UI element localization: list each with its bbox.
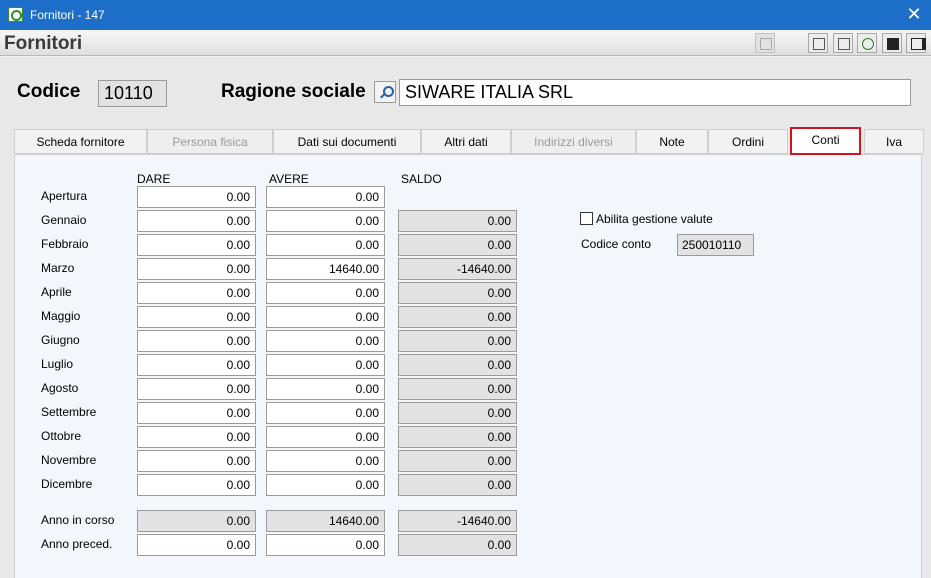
recycle-icon[interactable] [857,33,877,53]
codice-field: 10110 [98,80,167,107]
dare-field[interactable]: 0.00 [137,282,256,304]
calculator-icon[interactable] [808,33,828,53]
app-logo-icon [8,7,23,22]
tab-persona-fisica[interactable]: Persona fisica [147,129,273,154]
dare-header: DARE [137,172,171,186]
saldo-field: 0.00 [398,354,517,376]
row-label-aprile: Aprile [41,285,72,299]
window-titlebar: Fornitori - 147 ✕ [0,0,931,30]
anno-preced-dare[interactable]: 0.00 [137,534,256,556]
page-title: Fornitori [4,33,83,54]
avere-field[interactable]: 0.00 [266,282,385,304]
tab-conti[interactable]: Conti [790,127,861,155]
saldo-field: 0.00 [398,210,517,232]
codice-label: Codice [17,81,81,102]
row-label-maggio: Maggio [41,309,81,323]
dare-field[interactable]: 0.00 [137,378,256,400]
saldo-field: 0.00 [398,234,517,256]
tab-dati-documenti[interactable]: Dati sui documenti [273,129,421,154]
row-label-apertura: Apertura [41,189,88,203]
avere-field[interactable]: 0.00 [266,234,385,256]
dare-field[interactable]: 0.00 [137,306,256,328]
dare-field[interactable]: 0.00 [137,234,256,256]
search-icon[interactable] [374,81,396,103]
saldo-field: 0.00 [398,378,517,400]
avere-field[interactable]: 0.00 [266,474,385,496]
print-preview-icon[interactable] [755,33,775,53]
abilita-valute-label[interactable]: Abilita gestione valute [596,212,713,226]
tab-indirizzi-diversi[interactable]: Indirizzi diversi [511,129,636,154]
anno-preced-label: Anno preced. [41,537,113,551]
tab-scheda-fornitore[interactable]: Scheda fornitore [14,129,147,154]
anno-in-corso-dare: 0.00 [137,510,256,532]
codice-conto-field: 250010110 [677,234,754,256]
avere-field[interactable]: 0.00 [266,426,385,448]
saldo-field: 0.00 [398,282,517,304]
anno-in-corso-saldo: -14640.00 [398,510,517,532]
row-label-gennaio: Gennaio [41,213,87,227]
row-label-luglio: Luglio [41,357,74,371]
avere-field[interactable]: 0.00 [266,186,385,208]
saldo-field: 0.00 [398,306,517,328]
codice-conto-label: Codice conto [581,237,652,251]
avere-header: AVERE [269,172,309,186]
tab-altri-dati[interactable]: Altri dati [421,129,511,154]
row-label-agosto: Agosto [41,381,79,395]
saldo-field: 0.00 [398,402,517,424]
tab-iva[interactable]: Iva [864,129,924,154]
saldo-field: 0.00 [398,426,517,448]
anno-in-corso-avere: 14640.00 [266,510,385,532]
edit-icon[interactable] [833,33,853,53]
dare-field[interactable]: 0.00 [137,258,256,280]
window-title: Fornitori - 147 [30,8,105,22]
dare-field[interactable]: 0.00 [137,186,256,208]
avere-field[interactable]: 0.00 [266,354,385,376]
saldo-field: 0.00 [398,330,517,352]
row-label-giugno: Giugno [41,333,80,347]
avere-field[interactable]: 0.00 [266,306,385,328]
exit-icon[interactable] [906,33,926,53]
avere-field[interactable]: 0.00 [266,330,385,352]
anno-preced-saldo: 0.00 [398,534,517,556]
dare-field[interactable]: 0.00 [137,402,256,424]
dare-field[interactable]: 0.00 [137,450,256,472]
dare-field[interactable]: 0.00 [137,330,256,352]
saldo-header: SALDO [401,172,442,186]
avere-field[interactable]: 0.00 [266,210,385,232]
ragione-sociale-input[interactable] [399,79,911,106]
ragione-sociale-label: Ragione sociale [221,81,366,102]
anno-in-corso-label: Anno in corso [41,513,115,527]
tab-ordini[interactable]: Ordini [708,129,788,154]
close-icon[interactable]: ✕ [905,4,923,24]
dare-field[interactable]: 0.00 [137,426,256,448]
row-label-novembre: Novembre [41,453,97,467]
saldo-field: -14640.00 [398,258,517,280]
row-label-settembre: Settembre [41,405,97,419]
row-label-dicembre: Dicembre [41,477,93,491]
dare-field[interactable]: 0.00 [137,210,256,232]
saldo-field: 0.00 [398,450,517,472]
row-label-marzo: Marzo [41,261,75,275]
dare-field[interactable]: 0.00 [137,474,256,496]
avere-field[interactable]: 0.00 [266,450,385,472]
saldo-field: 0.00 [398,474,517,496]
row-label-febbraio: Febbraio [41,237,89,251]
anno-preced-avere[interactable]: 0.00 [266,534,385,556]
form-header: Fornitori [0,30,931,56]
avere-field[interactable]: 0.00 [266,378,385,400]
abilita-valute-checkbox[interactable] [580,212,593,225]
avere-field[interactable]: 14640.00 [266,258,385,280]
dare-field[interactable]: 0.00 [137,354,256,376]
save-icon[interactable] [882,33,902,53]
row-label-ottobre: Ottobre [41,429,82,443]
avere-field[interactable]: 0.00 [266,402,385,424]
tab-note[interactable]: Note [636,129,708,154]
